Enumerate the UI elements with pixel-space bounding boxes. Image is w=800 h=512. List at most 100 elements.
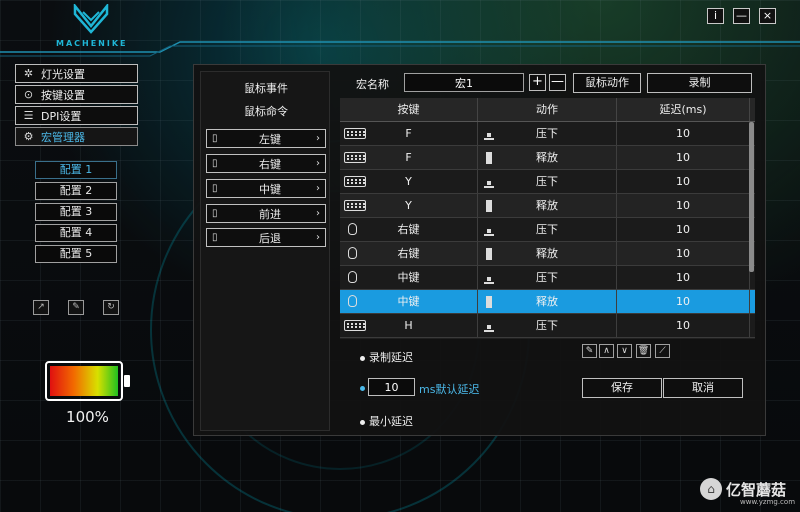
action-cell: 释放 [478, 194, 617, 217]
trash-icon[interactable]: 🗑 [636, 344, 651, 358]
key-text: 右键 [397, 223, 420, 236]
watermark: ⌂ 亿智蘑菇 [700, 478, 786, 500]
mushroom-logo-icon: ⌂ [700, 478, 722, 500]
battery-fill [50, 366, 118, 396]
key-text: Y [405, 199, 412, 212]
delay-cell: 10 [617, 266, 750, 289]
arrow-down-icon[interactable]: ∨ [617, 344, 632, 358]
battery-percentage: 100% [66, 408, 109, 426]
minimize-button[interactable]: — [733, 8, 750, 24]
mouse-action-button[interactable]: 鼠标动作 [573, 73, 641, 93]
macro-name-input[interactable] [404, 73, 524, 92]
macro-name-label: 宏名称 [356, 78, 389, 91]
table-row[interactable]: 中键 释放 10 [340, 290, 755, 314]
nav-item-dpi[interactable]: ☰ DPI设置 [15, 106, 138, 125]
record-delay-option[interactable]: 录制延迟 [360, 349, 413, 365]
action-text: 释放 [536, 247, 558, 260]
key-text: Y [405, 175, 412, 188]
reset-icon[interactable]: ↻ [103, 300, 119, 315]
delay-cell: 10 [617, 290, 750, 313]
action-text: 释放 [536, 151, 558, 164]
profile-3[interactable]: 配置 3 [35, 203, 117, 221]
sliders-icon: ☰ [23, 109, 34, 122]
edit-profile-icon[interactable]: ✎ [68, 300, 84, 315]
min-delay-option[interactable]: 最小延迟 [360, 413, 413, 429]
export-icon[interactable]: ↗ [33, 300, 49, 315]
column-header-action: 动作 [478, 98, 617, 121]
mouse-events-panel: 鼠标事件 鼠标命令 ▯ 左键 › ▯ 右键 › ▯ 中键 › ▯ 前进 › ▯ … [200, 71, 330, 431]
table-row[interactable]: 中键 压下 10 [340, 266, 755, 290]
table-row[interactable]: H 压下 10 [340, 314, 755, 338]
key-cell: F [340, 122, 478, 145]
event-label: 前进 [259, 207, 281, 221]
delay-cell: 10 [617, 146, 750, 169]
mouse-events-title: 鼠标事件 [244, 82, 288, 95]
close-button[interactable]: × [759, 8, 776, 24]
table-row[interactable]: F 压下 10 [340, 122, 755, 146]
key-release-icon [484, 296, 494, 308]
arrow-up-icon[interactable]: ∧ [599, 344, 614, 358]
event-middle-click-button[interactable]: ▯ 中键 › [206, 179, 326, 198]
info-button[interactable]: i [707, 8, 724, 24]
table-row[interactable]: Y 释放 10 [340, 194, 755, 218]
table-row[interactable]: 右键 释放 10 [340, 242, 755, 266]
cancel-button[interactable]: 取消 [663, 378, 743, 398]
delay-cell: 10 [617, 122, 750, 145]
add-macro-button[interactable]: + [529, 74, 546, 91]
nav-item-keys[interactable]: ⊙ 按键设置 [15, 85, 138, 104]
event-left-click-button[interactable]: ▯ 左键 › [206, 129, 326, 148]
table-row[interactable]: Y 压下 10 [340, 170, 755, 194]
broom-icon[interactable]: ⟋ [655, 344, 670, 358]
key-press-icon [484, 224, 494, 236]
gear-icon: ⚙ [23, 130, 34, 143]
mouse-icon [348, 271, 357, 283]
key-press-icon [484, 320, 494, 332]
nav-item-macro-manager[interactable]: ⚙ 宏管理器 [15, 127, 138, 146]
pencil-icon[interactable]: ✎ [582, 344, 597, 358]
key-cell: F [340, 146, 478, 169]
key-cell: Y [340, 170, 478, 193]
mouse-icon [348, 223, 357, 235]
nav-item-label: 宏管理器 [41, 130, 85, 144]
action-text: 压下 [536, 175, 558, 188]
key-text: F [405, 151, 412, 164]
event-label: 后退 [259, 231, 281, 245]
mouse-icon: ▯ [212, 208, 218, 219]
action-text: 释放 [536, 295, 558, 308]
column-header-key: 按键 [340, 98, 478, 121]
key-press-icon [484, 272, 494, 284]
machenike-logo-icon [73, 2, 109, 34]
event-label: 中键 [259, 182, 281, 196]
event-back-button[interactable]: ▯ 后退 › [206, 228, 326, 247]
nav-item-lighting[interactable]: ✲ 灯光设置 [15, 64, 138, 83]
table-row[interactable]: F 释放 10 [340, 146, 755, 170]
table-scrollbar[interactable] [749, 122, 754, 272]
delay-cell: 10 [617, 218, 750, 241]
key-text: F [405, 127, 412, 140]
profile-2[interactable]: 配置 2 [35, 182, 117, 200]
event-right-click-button[interactable]: ▯ 右键 › [206, 154, 326, 173]
default-delay-input[interactable] [368, 378, 415, 396]
mouse-icon: ▯ [212, 158, 218, 169]
key-text: H [404, 319, 413, 332]
radio-dot [360, 419, 365, 425]
event-label: 右键 [259, 157, 281, 171]
action-cell: 释放 [478, 146, 617, 169]
nav-item-label: DPI设置 [41, 109, 82, 123]
key-text: 右键 [397, 247, 420, 260]
watermark-url: www.yzmg.com [740, 498, 796, 506]
event-forward-button[interactable]: ▯ 前进 › [206, 204, 326, 223]
profile-1[interactable]: 配置 1 [35, 161, 117, 179]
key-cell: 中键 [340, 290, 478, 313]
save-button[interactable]: 保存 [582, 378, 662, 398]
mouse-icon: ▯ [212, 232, 218, 243]
record-button[interactable]: 录制 [647, 73, 752, 93]
key-press-icon [484, 176, 494, 188]
mouse-commands-title: 鼠标命令 [244, 105, 288, 118]
profile-5[interactable]: 配置 5 [35, 245, 117, 263]
chevron-right-icon: › [316, 183, 320, 194]
action-cell: 压下 [478, 218, 617, 241]
profile-4[interactable]: 配置 4 [35, 224, 117, 242]
table-row[interactable]: 右键 压下 10 [340, 218, 755, 242]
remove-macro-button[interactable]: — [549, 74, 566, 91]
